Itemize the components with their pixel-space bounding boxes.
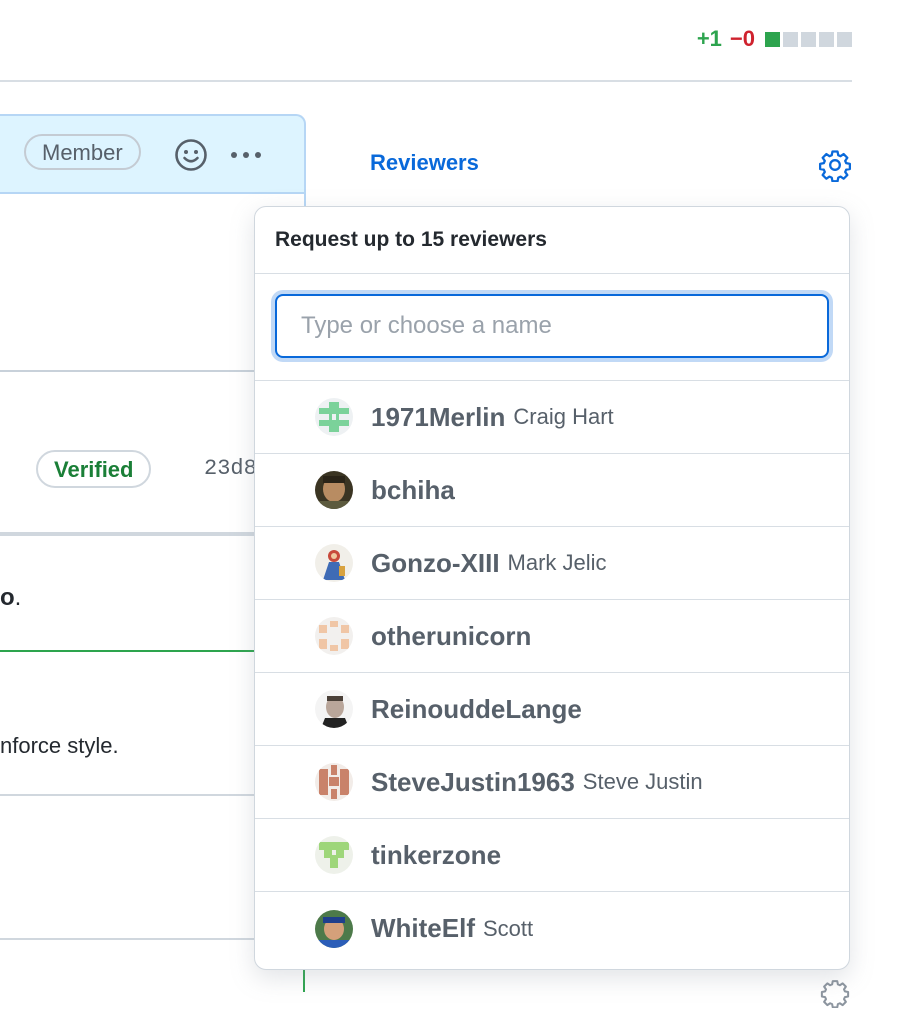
timeline-divider [0, 532, 260, 536]
diff-added-rule [0, 650, 260, 652]
reviewers-heading[interactable]: Reviewers [370, 150, 479, 176]
avatar [315, 690, 353, 728]
reviewer-option[interactable]: tinkerzone [255, 819, 849, 892]
reviewer-option[interactable]: ReinouddeLange [255, 673, 849, 746]
reviewer-menu-title: Request up to 15 reviewers [255, 207, 849, 274]
avatar [315, 763, 353, 801]
reviewer-login: tinkerzone [371, 839, 502, 870]
diffstat-block-neutral [819, 31, 834, 47]
section-divider [0, 794, 260, 796]
reviewer-name: Mark Jelic [507, 550, 607, 575]
avatar [315, 617, 353, 655]
diffstat-block-neutral [783, 31, 798, 47]
avatar [315, 471, 353, 509]
reviewer-login: SteveJustin1963 [371, 766, 575, 797]
diffstat-block-added [765, 31, 780, 47]
diffstat-block-neutral [837, 31, 852, 47]
reviewer-login: bchiha [371, 474, 455, 505]
reviewer-login: WhiteElf [371, 913, 475, 943]
reviewer-option[interactable]: SteveJustin1963 Steve Justin [255, 746, 849, 819]
reviewer-filter [255, 274, 849, 381]
diffstat: +1 −0 [697, 26, 852, 52]
reviewer-login: 1971Merlin [371, 401, 506, 432]
additions-count: +1 [696, 26, 722, 51]
diffstat-block-neutral [801, 31, 816, 47]
member-badge: Member [24, 134, 141, 170]
reviewer-login: ReinouddeLange [371, 693, 582, 724]
reviewer-option[interactable]: otherunicorn [255, 600, 849, 673]
reviewer-login: Gonzo-XIII [371, 547, 500, 578]
reviewer-option[interactable]: 1971Merlin Craig Hart [255, 381, 849, 454]
reviewer-filter-input[interactable] [275, 294, 829, 358]
reviewer-option[interactable]: bchiha [255, 454, 849, 527]
reviewer-option[interactable]: WhiteElf Scott [255, 892, 849, 965]
verified-badge[interactable]: Verified [36, 450, 152, 488]
diffstat-blocks [765, 31, 852, 47]
reviewer-name: Craig Hart [513, 404, 614, 429]
kebab-horizontal-icon[interactable] [228, 140, 264, 177]
bold-fragment-text: o [0, 584, 15, 611]
commit-sha[interactable]: 23d8 [204, 456, 257, 481]
body-bold-fragment: o. [0, 584, 21, 612]
timeline-line [303, 970, 305, 992]
section-divider [0, 938, 260, 940]
reviewer-select-menu: Request up to 15 reviewers 1971Merlin Cr… [254, 206, 850, 970]
avatar [315, 836, 353, 874]
reviewer-name: Scott [483, 915, 534, 941]
header-divider [0, 80, 852, 82]
smiley-icon[interactable] [174, 138, 208, 172]
gear-icon[interactable] [818, 148, 852, 183]
avatar [315, 544, 353, 582]
period-text: . [14, 584, 22, 611]
avatar [315, 909, 353, 948]
reviewer-name: Steve Justin [582, 769, 703, 794]
reviewer-login: otherunicorn [371, 620, 532, 651]
body-text-fragment: nforce style. [0, 733, 119, 758]
reviewer-option[interactable]: Gonzo-XIII Mark Jelic [255, 527, 849, 600]
avatar [315, 398, 353, 436]
gear-icon[interactable] [820, 978, 850, 1009]
deletions-count: −0 [729, 26, 755, 51]
